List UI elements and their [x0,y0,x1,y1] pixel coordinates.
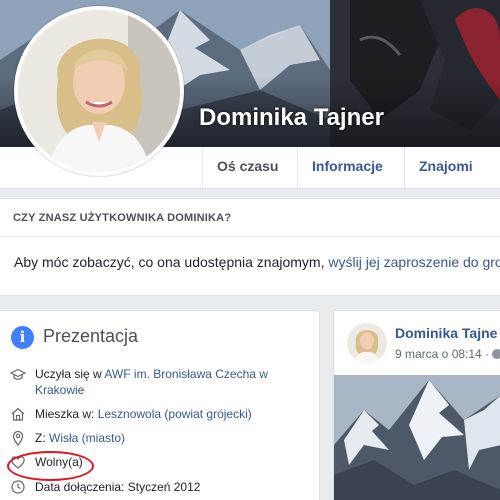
intro-row-education: Uczyła się w AWF im. Bronisława Czecha w… [35,366,285,398]
home-icon [11,407,25,421]
know-user-card: CZY ZNASZ UŻYTKOWNIKA DOMINIKA? Aby móc … [0,198,500,296]
profile-photo [18,10,180,172]
clock-icon [11,480,25,494]
globe-icon [492,349,500,359]
location-pin-icon [12,430,24,446]
intro-row-lives: Mieszka w: Lesznowola (powiat grójecki) [35,406,252,422]
from-prefix: Z: [35,431,46,445]
know-card-divider [0,236,500,237]
highlight-circle [7,451,94,481]
intro-row-joined: Data dołączenia: Styczeń 2012 [35,479,200,495]
know-card-message: Aby móc zobaczyć, co ona udostępnia znaj… [14,254,325,270]
lives-prefix: Mieszka w: [35,407,95,421]
intro-row-from: Z: Wisła (miasto) [35,430,125,446]
post-mountain-image[interactable] [334,375,500,500]
post-author-avatar[interactable] [347,323,387,363]
tab-timeline[interactable]: Oś czasu [202,147,297,188]
profile-name[interactable]: Dominika Tajner [199,104,384,132]
post-date-text[interactable]: 9 marca o 08:14 · [395,347,489,361]
education-prefix: Uczyła się w [35,367,102,381]
joined-text: Data dołączenia: Styczeń 2012 [35,480,201,494]
graduation-cap-icon [10,368,26,380]
from-link[interactable]: Wisła (miasto) [49,431,125,445]
tab-about-label: Informacje [312,158,383,174]
post-author-name[interactable]: Dominika Tajne [395,325,497,341]
send-friend-request-link[interactable]: wyślij jej zaproszenie do gro [328,254,500,270]
intro-title: Prezentacja [43,326,139,346]
lives-link[interactable]: Lesznowola (powiat grójecki) [98,407,252,421]
post-card: Dominika Tajne 9 marca o 08:14 · [333,310,500,500]
tab-about[interactable]: Informacje [297,147,404,188]
tab-timeline-label: Oś czasu [217,158,279,174]
post-date: 9 marca o 08:14 · [395,347,500,361]
tab-friends[interactable]: Znajomi [404,147,500,188]
know-card-title: CZY ZNASZ UŻYTKOWNIKA DOMINIKA? [13,212,232,224]
profile-avatar[interactable] [14,6,184,176]
globe-icon: i [11,326,34,349]
know-card-text: Aby móc zobaczyć, co ona udostępnia znaj… [14,254,500,270]
tab-friends-label: Znajomi [419,158,473,174]
